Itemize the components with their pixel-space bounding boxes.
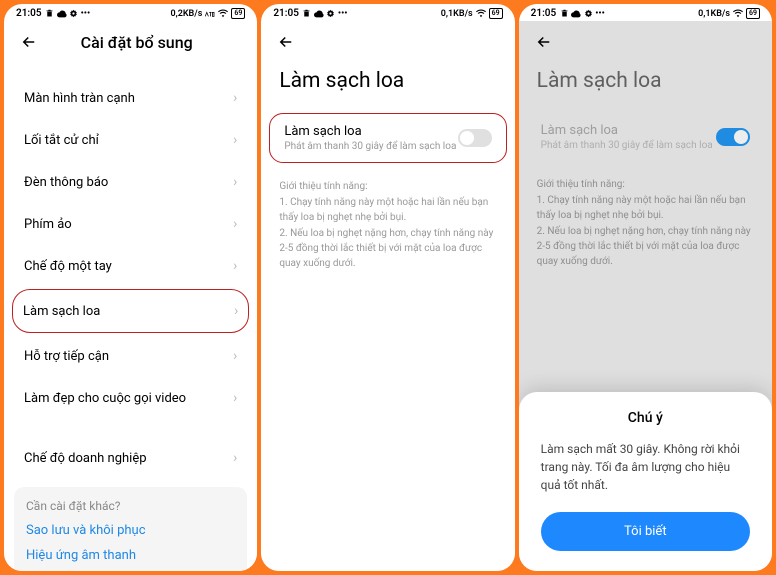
item-buttons[interactable]: Phím ảo ›	[14, 203, 247, 245]
item-gesture[interactable]: Lối tắt cử chỉ ›	[14, 119, 247, 161]
item-label: Phím ảo	[24, 217, 72, 232]
chevron-right-icon: ›	[233, 258, 237, 274]
cloud-icon	[314, 9, 324, 19]
gear-icon	[69, 9, 79, 19]
item-onehand[interactable]: Chế độ một tay ›	[14, 245, 247, 287]
toggle-subtitle: Phát âm thanh 30 giây để làm sạch loa	[541, 140, 716, 151]
wifi-icon	[733, 9, 743, 19]
info-line-2: 2. Nếu loa bị nghẹt nặng hơn, chạy tính …	[279, 226, 496, 271]
chevron-right-icon: ›	[234, 303, 238, 319]
chevron-right-icon: ›	[233, 216, 237, 232]
item-label: Làm sạch loa	[23, 304, 100, 319]
battery-icon: 69	[489, 8, 503, 19]
toggle-switch[interactable]	[458, 129, 492, 147]
status-bar: 21:05 ••• 0,1KB/s 69	[519, 4, 772, 21]
trash-icon	[45, 9, 55, 19]
item-enterprise[interactable]: Chế độ doanh nghiệp ›	[14, 437, 247, 479]
info-head: Giới thiệu tính năng:	[537, 177, 754, 192]
header: Cài đặt bổ sung	[4, 21, 257, 59]
toggle-subtitle: Phát âm thanh 30 giây để làm sạch loa	[284, 141, 457, 152]
info-line-1: 1. Chạy tính năng này một hoặc hai lần n…	[537, 193, 754, 223]
status-bar: 21:05 ••• 0,1KB/s 69	[261, 4, 514, 21]
battery-icon: 69	[746, 8, 760, 19]
modal-ok-button[interactable]: Tôi biết	[541, 512, 750, 551]
more-icon: •••	[338, 9, 348, 19]
net-speed: 0,1KB/s	[698, 9, 730, 19]
item-label: Làm đẹp cho cuộc gọi video	[24, 391, 186, 406]
info-text: Giới thiệu tính năng: 1. Chạy tính năng …	[519, 165, 772, 282]
chevron-right-icon: ›	[233, 90, 237, 106]
page-title: Làm sạch loa	[261, 59, 514, 109]
chevron-right-icon: ›	[233, 174, 237, 190]
link-backup[interactable]: Sao lưu và khôi phục	[26, 523, 235, 538]
item-label: Hỗ trợ tiếp cận	[24, 349, 109, 364]
chevron-right-icon: ›	[233, 450, 237, 466]
status-time: 21:05	[531, 8, 557, 19]
wifi-icon	[476, 9, 486, 19]
info-text: Giới thiệu tính năng: 1. Chạy tính năng …	[261, 167, 514, 284]
back-button[interactable]	[275, 31, 297, 53]
link-sound-fx[interactable]: Hiệu ứng âm thanh	[26, 548, 235, 563]
item-label: Lối tắt cử chỉ	[24, 133, 99, 148]
more-icon: •••	[81, 9, 91, 19]
item-led[interactable]: Đèn thông báo ›	[14, 161, 247, 203]
battery-icon: 69	[231, 8, 245, 19]
cloud-icon	[57, 9, 67, 19]
settings-list: Màn hình tràn cạnh › Lối tắt cử chỉ › Đèn …	[4, 77, 257, 479]
info-head: Giới thiệu tính năng:	[279, 179, 496, 194]
modal-body: Làm sạch mất 30 giây. Không rời khỏi tra…	[541, 440, 750, 494]
toggle-title: Làm sạch loa	[284, 124, 457, 139]
header-title: Cài đặt bổ sung	[52, 33, 221, 52]
item-video-beauty[interactable]: Làm đẹp cho cuộc gọi video ›	[14, 377, 247, 419]
lte-icon	[205, 9, 215, 19]
page-title: Làm sạch loa	[519, 59, 772, 109]
item-accessibility[interactable]: Hỗ trợ tiếp cận ›	[14, 335, 247, 377]
toggle-switch[interactable]	[716, 128, 750, 146]
back-button[interactable]	[18, 31, 40, 53]
wifi-icon	[218, 9, 228, 19]
net-speed: 0,1KB/s	[441, 9, 473, 19]
toggle-clean-speaker[interactable]: Làm sạch loa Phát âm thanh 30 giây để là…	[527, 113, 764, 161]
phone-screen-3: 21:05 ••• 0,1KB/s 69 Làm sạch loa Làm sạ…	[519, 4, 772, 571]
chevron-right-icon: ›	[233, 390, 237, 406]
modal-title: Chú ý	[541, 410, 750, 426]
attention-modal: Chú ý Làm sạch mất 30 giây. Không rời kh…	[519, 392, 772, 571]
gear-icon	[583, 9, 593, 19]
footer-question: Cần cài đặt khác?	[26, 499, 235, 513]
header	[519, 21, 772, 59]
toggle-clean-speaker[interactable]: Làm sạch loa Phát âm thanh 30 giây để là…	[269, 113, 506, 163]
trash-icon	[559, 9, 569, 19]
toggle-title: Làm sạch loa	[541, 123, 716, 138]
phone-screen-1: 21:05 ••• 0,2KB/s 69 Cài đặt bổ sung Màn…	[4, 4, 257, 571]
chevron-right-icon: ›	[233, 132, 237, 148]
back-button[interactable]	[533, 31, 555, 53]
header	[261, 21, 514, 59]
item-label: Chế độ doanh nghiệp	[24, 451, 147, 466]
chevron-right-icon: ›	[233, 348, 237, 364]
item-fullscreen[interactable]: Màn hình tràn cạnh ›	[14, 77, 247, 119]
cloud-icon	[571, 9, 581, 19]
phone-screen-2: 21:05 ••• 0,1KB/s 69 Làm sạch loa Làm sạ…	[261, 4, 514, 571]
footer-box: Cần cài đặt khác? Sao lưu và khôi phục H…	[14, 487, 247, 571]
info-line-2: 2. Nếu loa bị nghẹt nặng hơn, chạy tính …	[537, 224, 754, 269]
trash-icon	[302, 9, 312, 19]
status-time: 21:05	[273, 8, 299, 19]
info-line-1: 1. Chạy tính năng này một hoặc hai lần n…	[279, 195, 496, 225]
more-icon: •••	[595, 9, 605, 19]
net-speed: 0,2KB/s	[170, 9, 202, 19]
item-label: Màn hình tràn cạnh	[24, 91, 135, 106]
item-label: Đèn thông báo	[24, 175, 108, 190]
item-clean-speaker[interactable]: Làm sạch loa ›	[12, 289, 249, 333]
gear-icon	[326, 9, 336, 19]
status-time: 21:05	[16, 8, 42, 19]
item-label: Chế độ một tay	[24, 259, 112, 274]
status-bar: 21:05 ••• 0,2KB/s 69	[4, 4, 257, 21]
